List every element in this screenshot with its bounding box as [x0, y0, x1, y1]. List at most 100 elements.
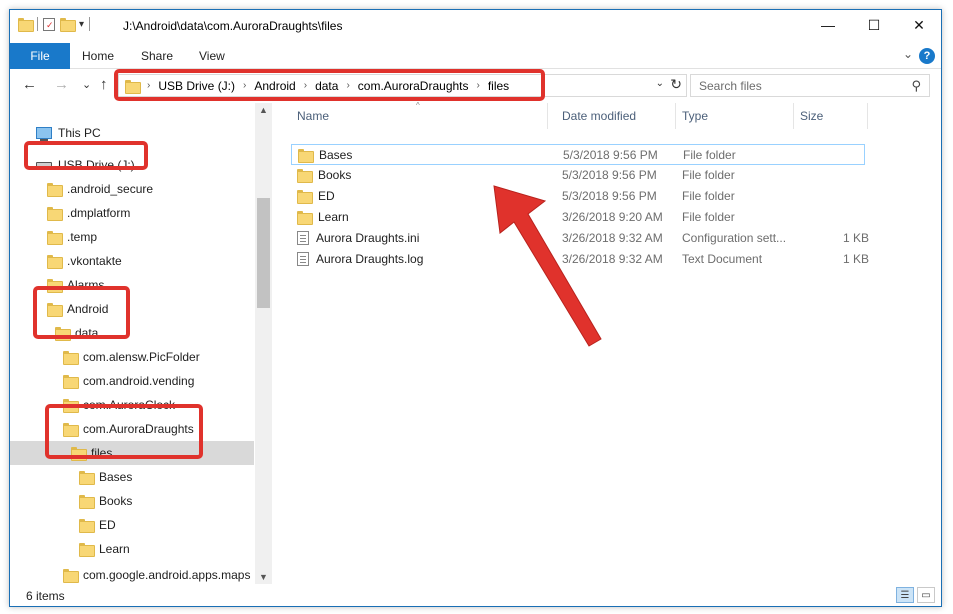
- file-size: 1 KB: [842, 231, 869, 245]
- column-header-size[interactable]: Size: [794, 103, 868, 129]
- tab-share[interactable]: Share: [141, 43, 173, 69]
- column-header-name[interactable]: Name: [291, 103, 548, 129]
- annotation-usb-drive-highlight: [24, 141, 148, 170]
- status-bar: 6 items ☰ ▭: [10, 585, 941, 607]
- file-type: File folder: [682, 168, 735, 182]
- address-dropdown-icon[interactable]: ⌄: [656, 78, 664, 89]
- search-placeholder: Search files: [699, 78, 762, 93]
- properties-icon[interactable]: ✓: [43, 17, 55, 31]
- file-name-cell: Aurora Draughts.log: [297, 252, 423, 266]
- annotation-address-highlight: [114, 69, 545, 101]
- file-name: Books: [318, 168, 352, 182]
- folder-icon: [63, 375, 79, 389]
- navigation-pane-scrollbar[interactable]: ▲ ▼: [255, 103, 272, 584]
- tree-item-label: This PC: [58, 126, 101, 140]
- toolbar-separator: [89, 17, 91, 31]
- file-date: 5/3/2018 9:56 PM: [562, 168, 657, 182]
- computer-icon: [36, 127, 52, 141]
- tree-item-temp[interactable]: .temp: [10, 225, 254, 249]
- file-name: ED: [318, 189, 335, 203]
- scrollbar-thumb[interactable]: [257, 198, 270, 308]
- customize-toolbar-icon[interactable]: ▾: [79, 19, 84, 30]
- recent-locations-button[interactable]: ⌄: [82, 78, 91, 91]
- folder-icon: [297, 169, 313, 183]
- file-type: Text Document: [682, 252, 763, 266]
- file-date: 5/3/2018 9:56 PM: [563, 148, 658, 162]
- file-date: 3/26/2018 9:32 AM: [562, 231, 663, 245]
- folder-icon: [79, 495, 95, 509]
- file-size: 1 KB: [842, 252, 869, 266]
- file-type: Configuration sett...: [682, 231, 787, 245]
- tab-file[interactable]: File: [10, 43, 70, 69]
- tree-item-books[interactable]: Books: [10, 489, 254, 513]
- tree-item-label: Bases: [99, 470, 133, 484]
- refresh-icon[interactable]: ↻: [670, 76, 682, 93]
- title-bar: ✓ ▾ J:\Android\data\com.AuroraDraughts\f…: [10, 10, 941, 42]
- tree-item-label: Books: [99, 494, 133, 508]
- tree-item-com-android-vending[interactable]: com.android.vending: [10, 369, 254, 393]
- tree-item-label: .temp: [67, 230, 98, 244]
- up-button[interactable]: ↑: [100, 76, 108, 93]
- tree-item-android-secure[interactable]: .android_secure: [10, 177, 254, 201]
- tree-item-label: .android_secure: [67, 182, 154, 196]
- file-name-cell: Bases: [298, 148, 353, 163]
- text-file-icon: [297, 252, 309, 266]
- tree-item-com-alensw-picfolder[interactable]: com.alensw.PicFolder: [10, 345, 254, 369]
- tree-item-label: .dmplatform: [67, 206, 131, 220]
- file-row-aurora-draughts-ini[interactable]: Aurora Draughts.ini 3/26/2018 9:32 AM Co…: [291, 228, 869, 249]
- file-row-bases[interactable]: Bases 5/3/2018 9:56 PM File folder: [291, 144, 865, 165]
- file-date: 3/26/2018 9:20 AM: [562, 210, 663, 224]
- new-folder-icon[interactable]: [60, 18, 76, 32]
- file-name: Aurora Draughts.ini: [316, 231, 420, 245]
- file-row-books[interactable]: Books 5/3/2018 9:56 PM File folder: [291, 165, 865, 186]
- close-button[interactable]: ✕: [896, 10, 942, 40]
- file-date: 3/26/2018 9:32 AM: [562, 252, 663, 266]
- column-header-type[interactable]: Type: [676, 103, 794, 129]
- folder-icon: [297, 211, 313, 225]
- tab-view[interactable]: View: [199, 43, 225, 69]
- scroll-up-icon[interactable]: ▲: [259, 105, 268, 115]
- minimize-button[interactable]: —: [805, 10, 851, 40]
- folder-icon: [47, 183, 63, 197]
- tree-item-vkontakte[interactable]: .vkontakte: [10, 249, 254, 273]
- folder-icon: [297, 190, 313, 204]
- annotation-android-data-highlight: [33, 286, 130, 339]
- file-name: Learn: [318, 210, 349, 224]
- tree-item-label: .vkontakte: [67, 254, 122, 268]
- file-name-cell: Aurora Draughts.ini: [297, 231, 419, 245]
- search-input[interactable]: Search files ⚲: [690, 74, 930, 97]
- quick-access-toolbar: ✓ ▾: [18, 17, 91, 32]
- tab-home[interactable]: Home: [82, 43, 114, 69]
- help-icon[interactable]: ?: [919, 48, 935, 64]
- file-date: 5/3/2018 9:56 PM: [562, 189, 657, 203]
- maximize-button[interactable]: ☐: [851, 10, 897, 40]
- details-view-icon[interactable]: ☰: [896, 587, 914, 603]
- file-row-aurora-draughts-log[interactable]: Aurora Draughts.log 3/26/2018 9:32 AM Te…: [291, 249, 869, 270]
- tree-item-ed[interactable]: ED: [10, 513, 254, 537]
- window-title: J:\Android\data\com.AuroraDraughts\files: [123, 19, 343, 33]
- file-name: Bases: [319, 148, 353, 162]
- tree-item-dmplatform[interactable]: .dmplatform: [10, 201, 254, 225]
- large-icons-view-icon[interactable]: ▭: [917, 587, 935, 603]
- scroll-down-icon[interactable]: ▼: [259, 572, 268, 582]
- tree-item-label: ED: [99, 518, 116, 532]
- tree-item-label: com.google.android.apps.maps: [83, 568, 251, 582]
- folder-icon: [47, 207, 63, 221]
- forward-button[interactable]: →: [54, 76, 69, 93]
- folder-icon: [63, 351, 79, 365]
- folder-icon: [47, 255, 63, 269]
- file-list: ^ Name Date modified Type Size Bases 5/3…: [273, 101, 941, 584]
- file-name-cell: Books: [297, 168, 352, 183]
- expand-ribbon-icon[interactable]: ⌄: [903, 47, 913, 61]
- tree-item-learn[interactable]: Learn: [10, 537, 254, 561]
- file-row-ed[interactable]: ED 5/3/2018 9:56 PM File folder: [291, 186, 865, 207]
- view-buttons: ☰ ▭: [896, 587, 935, 603]
- back-button[interactable]: ←: [22, 76, 37, 93]
- tree-item-bases[interactable]: Bases: [10, 465, 254, 489]
- file-row-learn[interactable]: Learn 3/26/2018 9:20 AM File folder: [291, 207, 865, 228]
- file-type: File folder: [682, 210, 735, 224]
- column-header-date-modified[interactable]: Date modified: [556, 103, 676, 129]
- folder-icon: [63, 569, 79, 583]
- tree-item-com-google-android-apps-maps[interactable]: com.google.android.apps.maps: [10, 563, 254, 584]
- search-icon[interactable]: ⚲: [911, 78, 921, 94]
